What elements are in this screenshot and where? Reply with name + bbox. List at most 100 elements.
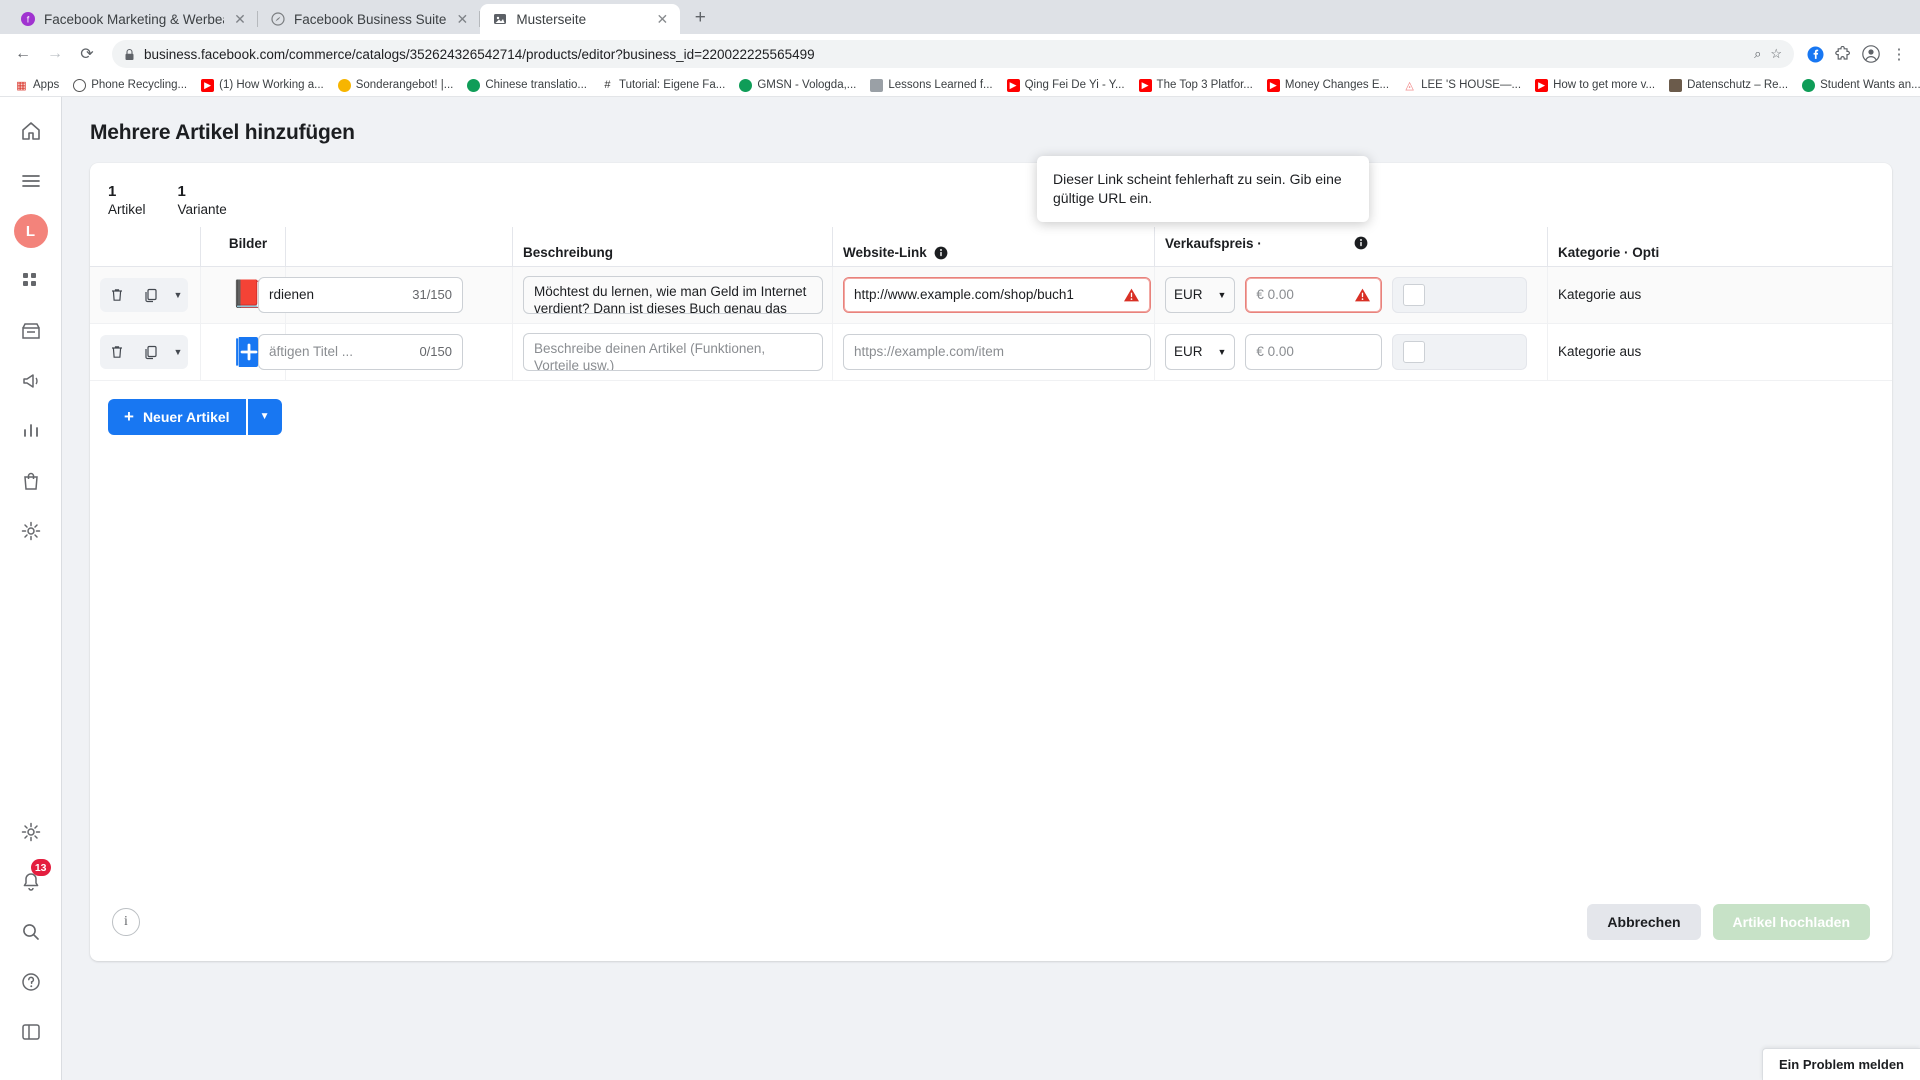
forward-arrow-icon[interactable]: → xyxy=(40,39,70,69)
new-item-button[interactable]: + Neuer Artikel xyxy=(108,398,246,435)
profile-avatar-icon[interactable] xyxy=(1860,43,1882,65)
reload-icon[interactable]: ⟳ xyxy=(72,39,102,69)
row-description-cell: Möchtest du lernen, wie man Geld im Inte… xyxy=(512,266,832,323)
sale-price-checkbox[interactable] xyxy=(1403,283,1425,306)
sidebar-item-analytics[interactable] xyxy=(11,411,51,451)
browser-tab-3[interactable]: Musterseite ✕ xyxy=(480,4,681,34)
bookmark-item[interactable]: ▦ Apps xyxy=(8,75,66,95)
description-input[interactable]: Beschreibe deinen Artikel (Funktionen, V… xyxy=(523,332,823,371)
bookmark-item[interactable]: Student Wants an... xyxy=(1795,75,1920,95)
bookmark-label: Tutorial: Eigene Fa... xyxy=(618,79,726,91)
new-tab-button[interactable]: + xyxy=(686,4,714,32)
site-favicon-icon xyxy=(739,78,753,92)
title-char-counter: 31/150 xyxy=(412,287,452,303)
close-icon[interactable]: ✕ xyxy=(232,11,248,27)
warning-icon[interactable] xyxy=(1117,287,1140,303)
bookmark-item[interactable]: ▶ How to get more v... xyxy=(1528,75,1662,95)
sidebar-item-alerts[interactable]: 13 xyxy=(11,859,51,902)
toolbar-icons: ⋮ xyxy=(1804,43,1912,65)
chevron-down-icon[interactable]: ▼ xyxy=(168,347,188,357)
new-item-dropdown-button[interactable]: ▼ xyxy=(247,398,282,435)
page-body: L 13 Mehrere Artikel hinzufügen 1 Artike… xyxy=(0,97,1920,1080)
currency-value: EUR xyxy=(1174,344,1203,360)
bookmark-item[interactable]: ▶ (1) How Working a... xyxy=(194,75,331,95)
sidebar-item-search[interactable] xyxy=(11,912,51,952)
bookmark-item[interactable]: GMSN - Vologda,... xyxy=(732,75,863,95)
bookmark-item[interactable]: ▶ The Top 3 Platfor... xyxy=(1132,75,1260,95)
report-problem-button[interactable]: Ein Problem melden xyxy=(1762,1048,1920,1080)
site-favicon-icon xyxy=(1669,78,1683,92)
bookmark-label: Student Wants an... xyxy=(1820,79,1920,91)
row-category-cell[interactable]: Kategorie aus xyxy=(1547,266,1707,323)
bookmark-label: The Top 3 Platfor... xyxy=(1156,79,1253,91)
browser-tab-1[interactable]: f Facebook Marketing & Werbea ✕ xyxy=(8,4,258,34)
sale-price-input[interactable] xyxy=(1392,276,1527,313)
bookmark-item[interactable]: Sonderangebot! |... xyxy=(331,75,461,95)
sale-price-checkbox[interactable] xyxy=(1403,340,1425,363)
warning-icon[interactable] xyxy=(1348,287,1371,303)
facebook-icon[interactable] xyxy=(1804,43,1826,65)
left-nav-rail-bottom: 13 xyxy=(11,812,51,1062)
info-icon[interactable] xyxy=(1354,236,1368,250)
info-icon[interactable]: i xyxy=(112,908,140,936)
zoom-icon[interactable]: ⌕ xyxy=(1754,46,1761,62)
bookmark-label: LEE 'S HOUSE—... xyxy=(1421,79,1522,91)
row-category-cell[interactable]: Kategorie aus xyxy=(1547,323,1707,380)
price-input[interactable]: € 0.00 xyxy=(1245,276,1382,313)
title-input[interactable]: rdienen 31/150 xyxy=(258,276,463,313)
sidebar-item-gear[interactable] xyxy=(11,812,51,852)
sidebar-item-panel-toggle[interactable] xyxy=(11,1012,51,1052)
price-input[interactable]: € 0.00 xyxy=(1245,333,1382,370)
youtube-icon: ▶ xyxy=(1006,78,1020,92)
upload-items-button[interactable]: Artikel hochladen xyxy=(1712,904,1870,940)
price-value: € 0.00 xyxy=(1256,344,1294,360)
back-arrow-icon[interactable]: ← xyxy=(8,39,38,69)
sale-price-input[interactable] xyxy=(1392,333,1527,370)
bookmark-star-icon[interactable]: ☆ xyxy=(1770,46,1782,62)
sidebar-item-menu[interactable] xyxy=(11,161,51,201)
counts-summary: 1 Artikel 1 Variante xyxy=(90,163,1892,227)
website-link-input[interactable]: https://example.com/item xyxy=(843,333,1151,370)
currency-select[interactable]: EUR ▼ xyxy=(1165,276,1236,313)
count-label: Variante xyxy=(177,201,227,217)
bookmark-item[interactable]: ▶ Qing Fei De Yi - Y... xyxy=(1000,75,1132,95)
page-title: Mehrere Artikel hinzufügen xyxy=(90,121,355,144)
trash-icon[interactable] xyxy=(100,278,134,312)
website-link-input[interactable]: http://www.example.com/shop/buch1 xyxy=(843,276,1151,313)
url-text: business.facebook.com/commerce/catalogs/… xyxy=(144,46,815,62)
count-variants: 1 Variante xyxy=(178,183,227,217)
column-header-title xyxy=(285,226,512,266)
sidebar-item-settings[interactable] xyxy=(11,511,51,551)
title-input[interactable]: äftigen Titel ... 0/150 xyxy=(258,333,463,370)
row-sale-price-cell xyxy=(1382,324,1547,380)
puzzle-extension-icon[interactable] xyxy=(1832,43,1854,65)
sidebar-item-apps[interactable] xyxy=(11,261,51,301)
more-menu-icon[interactable]: ⋮ xyxy=(1888,43,1910,65)
bookmark-item[interactable]: ▶ Money Changes E... xyxy=(1260,75,1396,95)
bookmark-item[interactable]: Chinese translatio... xyxy=(460,75,594,95)
sidebar-item-help[interactable] xyxy=(11,962,51,1002)
bookmark-item[interactable]: ◬ LEE 'S HOUSE—... xyxy=(1396,75,1528,95)
browser-tab-2[interactable]: Facebook Business Suite ✕ xyxy=(258,4,481,34)
copy-icon[interactable] xyxy=(134,335,168,369)
sidebar-item-commerce[interactable] xyxy=(11,311,51,351)
address-bar[interactable]: business.facebook.com/commerce/catalogs/… xyxy=(112,40,1794,68)
sidebar-item-ads[interactable] xyxy=(11,361,51,401)
close-icon[interactable]: ✕ xyxy=(654,11,670,27)
sidebar-item-shop[interactable] xyxy=(11,461,51,501)
bookmark-item[interactable]: Lessons Learned f... xyxy=(863,75,999,95)
trash-icon[interactable] xyxy=(100,335,134,369)
avatar[interactable]: L xyxy=(11,211,51,251)
description-input[interactable]: Möchtest du lernen, wie man Geld im Inte… xyxy=(523,275,823,314)
close-icon[interactable]: ✕ xyxy=(454,11,470,27)
bookmark-item[interactable]: Datenschutz – Re... xyxy=(1662,75,1795,95)
info-icon[interactable] xyxy=(934,246,948,260)
bookmark-item[interactable]: # Tutorial: Eigene Fa... xyxy=(594,75,732,95)
cancel-button[interactable]: Abbrechen xyxy=(1587,904,1701,940)
page-icon xyxy=(492,11,508,27)
chevron-down-icon[interactable]: ▼ xyxy=(168,290,188,300)
sidebar-item-home[interactable] xyxy=(11,111,51,151)
bookmark-item[interactable]: Phone Recycling... xyxy=(66,75,194,95)
copy-icon[interactable] xyxy=(134,278,168,312)
currency-select[interactable]: EUR ▼ xyxy=(1165,333,1236,370)
